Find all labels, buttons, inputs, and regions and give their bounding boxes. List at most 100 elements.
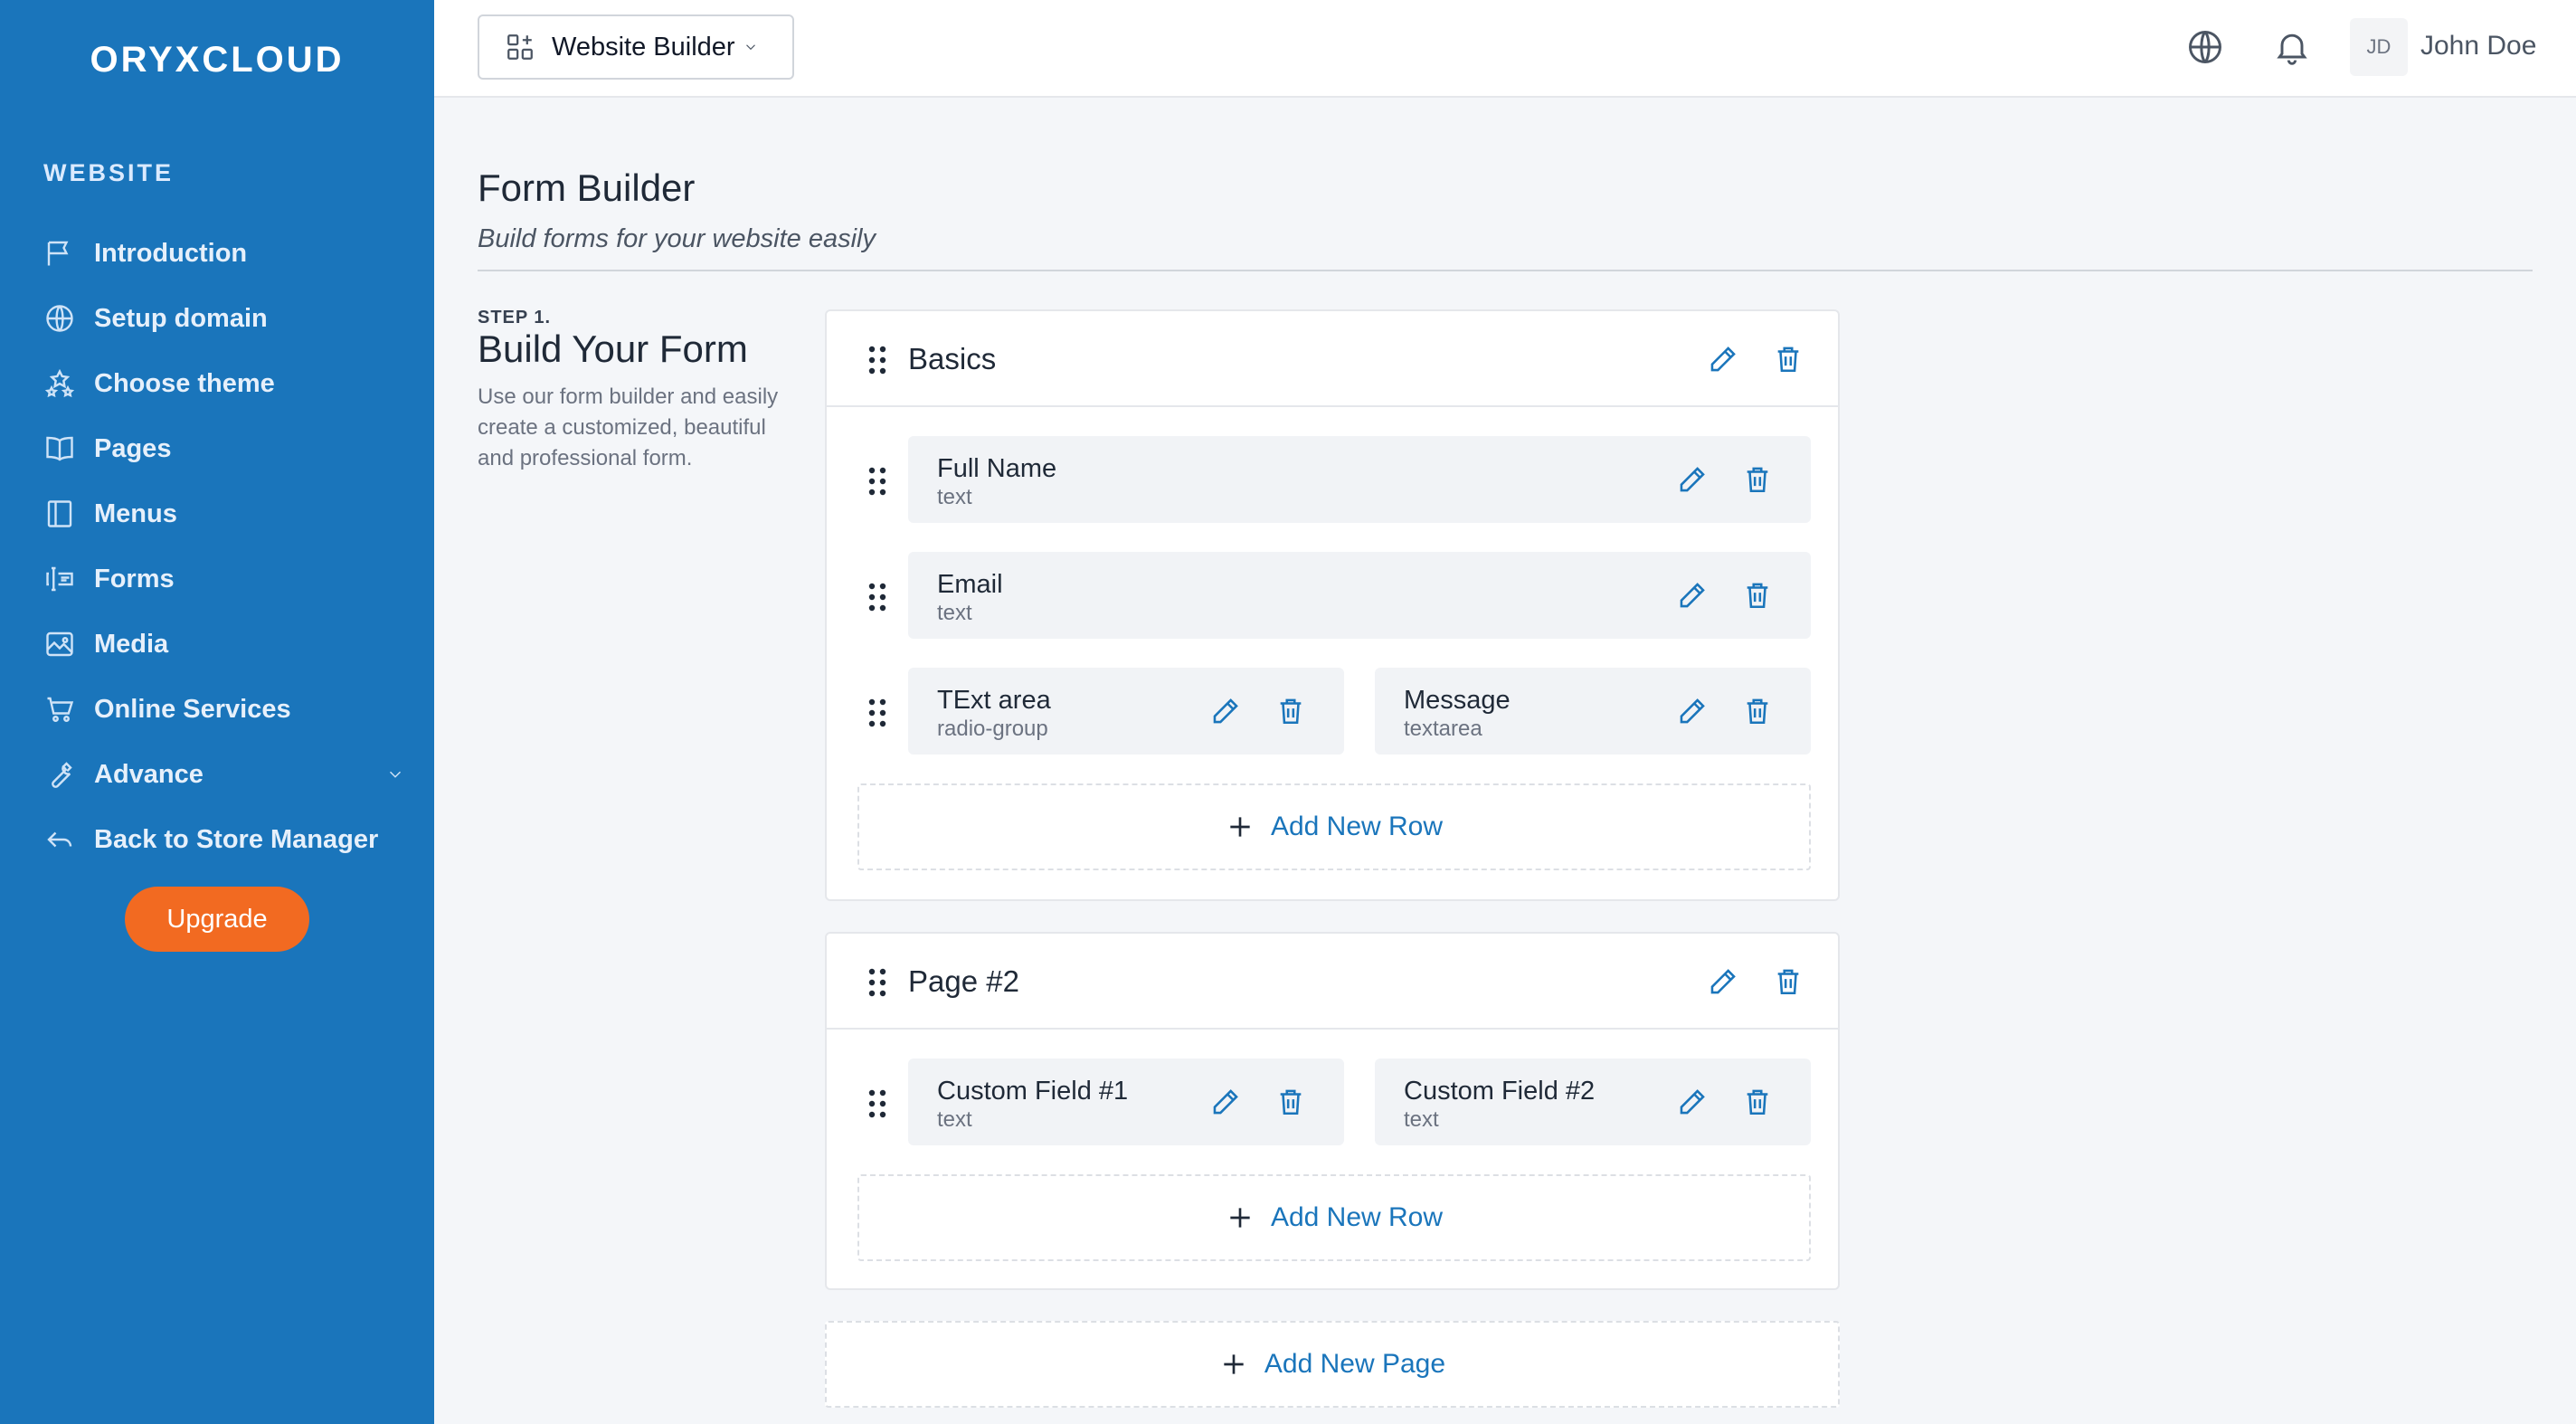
add-new-row-label: Add New Row — [1270, 1202, 1444, 1232]
book-icon — [46, 436, 73, 461]
form-field[interactable]: Email text — [908, 552, 1811, 639]
add-new-row-button[interactable]: Add New Row — [857, 1174, 1811, 1261]
add-new-row-label: Add New Row — [1270, 812, 1444, 841]
sidebar-layout-icon — [47, 500, 72, 527]
sidebar-item-pages[interactable]: Pages — [43, 416, 405, 481]
return-arrow-icon — [47, 831, 72, 848]
drag-handle-icon[interactable] — [867, 1089, 888, 1118]
upgrade-button[interactable]: Upgrade — [125, 887, 309, 952]
delete-trash-icon[interactable] — [1773, 966, 1804, 997]
sidebar-item-advance[interactable]: Advance — [43, 742, 405, 807]
sidebar-item-menus[interactable]: Menus — [43, 481, 405, 546]
add-new-page-button[interactable]: Add New Page — [825, 1321, 1840, 1408]
field-type: text — [937, 1107, 972, 1132]
delete-trash-icon[interactable] — [1275, 696, 1306, 726]
form-page-card: Basics Full Name text Email text TExt ar… — [825, 309, 1840, 901]
delete-trash-icon[interactable] — [1742, 464, 1773, 495]
sidebar-item-label: Menus — [94, 498, 177, 528]
edit-pencil-icon[interactable] — [1708, 344, 1738, 375]
form-page-header: Basics — [827, 311, 1838, 407]
wrench-icon — [52, 762, 72, 788]
add-new-page-label: Add New Page — [1264, 1349, 1446, 1379]
flag-icon — [47, 241, 69, 266]
image-icon — [46, 631, 73, 657]
brand-logo: ORYXCLOUD — [90, 40, 345, 80]
cart-icon — [47, 697, 74, 722]
sidebar-item-forms[interactable]: Forms — [43, 546, 405, 612]
app-switcher-button[interactable]: Website Builder — [478, 14, 794, 80]
field-type: radio-group — [937, 717, 1048, 741]
sidebar-item-label: Online Services — [94, 694, 291, 724]
plus-icon — [1224, 1354, 1244, 1374]
form-page-title: Basics — [908, 342, 997, 375]
sidebar-item-online-services[interactable]: Online Services — [43, 677, 405, 742]
field-label: Full Name — [937, 454, 1057, 483]
form-field[interactable]: Custom Field #2 text — [1375, 1059, 1811, 1145]
step-description: Use our form builder and easily create a… — [478, 384, 779, 470]
form-field[interactable]: Custom Field #1 text — [908, 1059, 1344, 1145]
chevron-down-icon — [745, 44, 755, 51]
sidebar-item-label: Back to Store Manager — [94, 824, 379, 854]
apps-grid-icon — [507, 34, 533, 60]
user-name[interactable]: John Doe — [2420, 31, 2536, 62]
field-label: Message — [1404, 686, 1511, 715]
form-page-header: Page #2 — [827, 934, 1838, 1030]
globe-icon — [46, 305, 73, 332]
plus-icon — [1230, 817, 1250, 837]
sidebar-item-label: Media — [94, 629, 169, 659]
field-type: text — [937, 601, 972, 625]
edit-pencil-icon[interactable] — [1677, 1087, 1708, 1117]
edit-pencil-icon[interactable] — [1210, 1087, 1241, 1117]
avatar[interactable]: JD — [2350, 18, 2408, 76]
sidebar-item-label: Introduction — [94, 238, 248, 268]
form-field[interactable]: Full Name text — [908, 436, 1811, 523]
edit-pencil-icon[interactable] — [1677, 464, 1708, 495]
field-label: Custom Field #2 — [1404, 1077, 1596, 1106]
drag-handle-icon[interactable] — [867, 698, 888, 727]
sidebar-nav: Introduction Setup domain Choose theme P… — [43, 221, 405, 872]
page-title: Form Builder — [478, 166, 696, 209]
sidebar-item-introduction[interactable]: Introduction — [43, 221, 405, 286]
sidebar-item-media[interactable]: Media — [43, 612, 405, 677]
field-label: Custom Field #1 — [937, 1077, 1129, 1106]
delete-trash-icon[interactable] — [1742, 696, 1773, 726]
delete-trash-icon[interactable] — [1742, 1087, 1773, 1117]
sidebar-item-label: Choose theme — [94, 368, 275, 398]
delete-trash-icon[interactable] — [1742, 580, 1773, 611]
delete-trash-icon[interactable] — [1773, 344, 1804, 375]
step-title: Build Your Form — [478, 328, 748, 370]
form-field[interactable]: Message textarea — [1375, 668, 1811, 755]
field-type: text — [937, 485, 972, 509]
sidebar-item-choose-theme[interactable]: Choose theme — [43, 351, 405, 416]
topbar: Website Builder JD John Doe — [434, 0, 2576, 98]
delete-trash-icon[interactable] — [1275, 1087, 1306, 1117]
plus-icon — [1230, 1208, 1250, 1228]
drag-handle-icon[interactable] — [867, 467, 888, 496]
drag-handle-icon[interactable] — [867, 968, 888, 997]
notification-bell-icon[interactable] — [2272, 27, 2312, 67]
edit-pencil-icon[interactable] — [1708, 966, 1738, 997]
form-icon — [46, 566, 73, 592]
drag-handle-icon[interactable] — [867, 583, 888, 612]
field-label: TExt area — [937, 686, 1051, 715]
field-label: Email — [937, 570, 1003, 599]
sidebar-item-label: Pages — [94, 433, 172, 463]
header-divider — [478, 270, 2533, 271]
field-type: textarea — [1404, 717, 1482, 741]
step-label: STEP 1. — [478, 308, 552, 328]
app-switcher-label: Website Builder — [552, 32, 735, 62]
sidebar: ORYXCLOUD WEBSITE Introduction Setup dom… — [0, 0, 434, 1424]
form-field[interactable]: TExt area radio-group — [908, 668, 1344, 755]
form-page-card: Page #2 Custom Field #1 text Custom Fiel… — [825, 932, 1840, 1290]
stars-icon — [44, 368, 75, 398]
language-globe-icon[interactable] — [2185, 27, 2225, 67]
add-new-row-button[interactable]: Add New Row — [857, 783, 1811, 870]
field-type: text — [1404, 1107, 1439, 1132]
edit-pencil-icon[interactable] — [1677, 580, 1708, 611]
edit-pencil-icon[interactable] — [1677, 696, 1708, 726]
sidebar-item-back-to-store-manager[interactable]: Back to Store Manager — [43, 807, 405, 872]
edit-pencil-icon[interactable] — [1210, 696, 1241, 726]
chevron-down-icon — [389, 771, 402, 778]
sidebar-item-setup-domain[interactable]: Setup domain — [43, 286, 405, 351]
drag-handle-icon[interactable] — [867, 346, 888, 375]
